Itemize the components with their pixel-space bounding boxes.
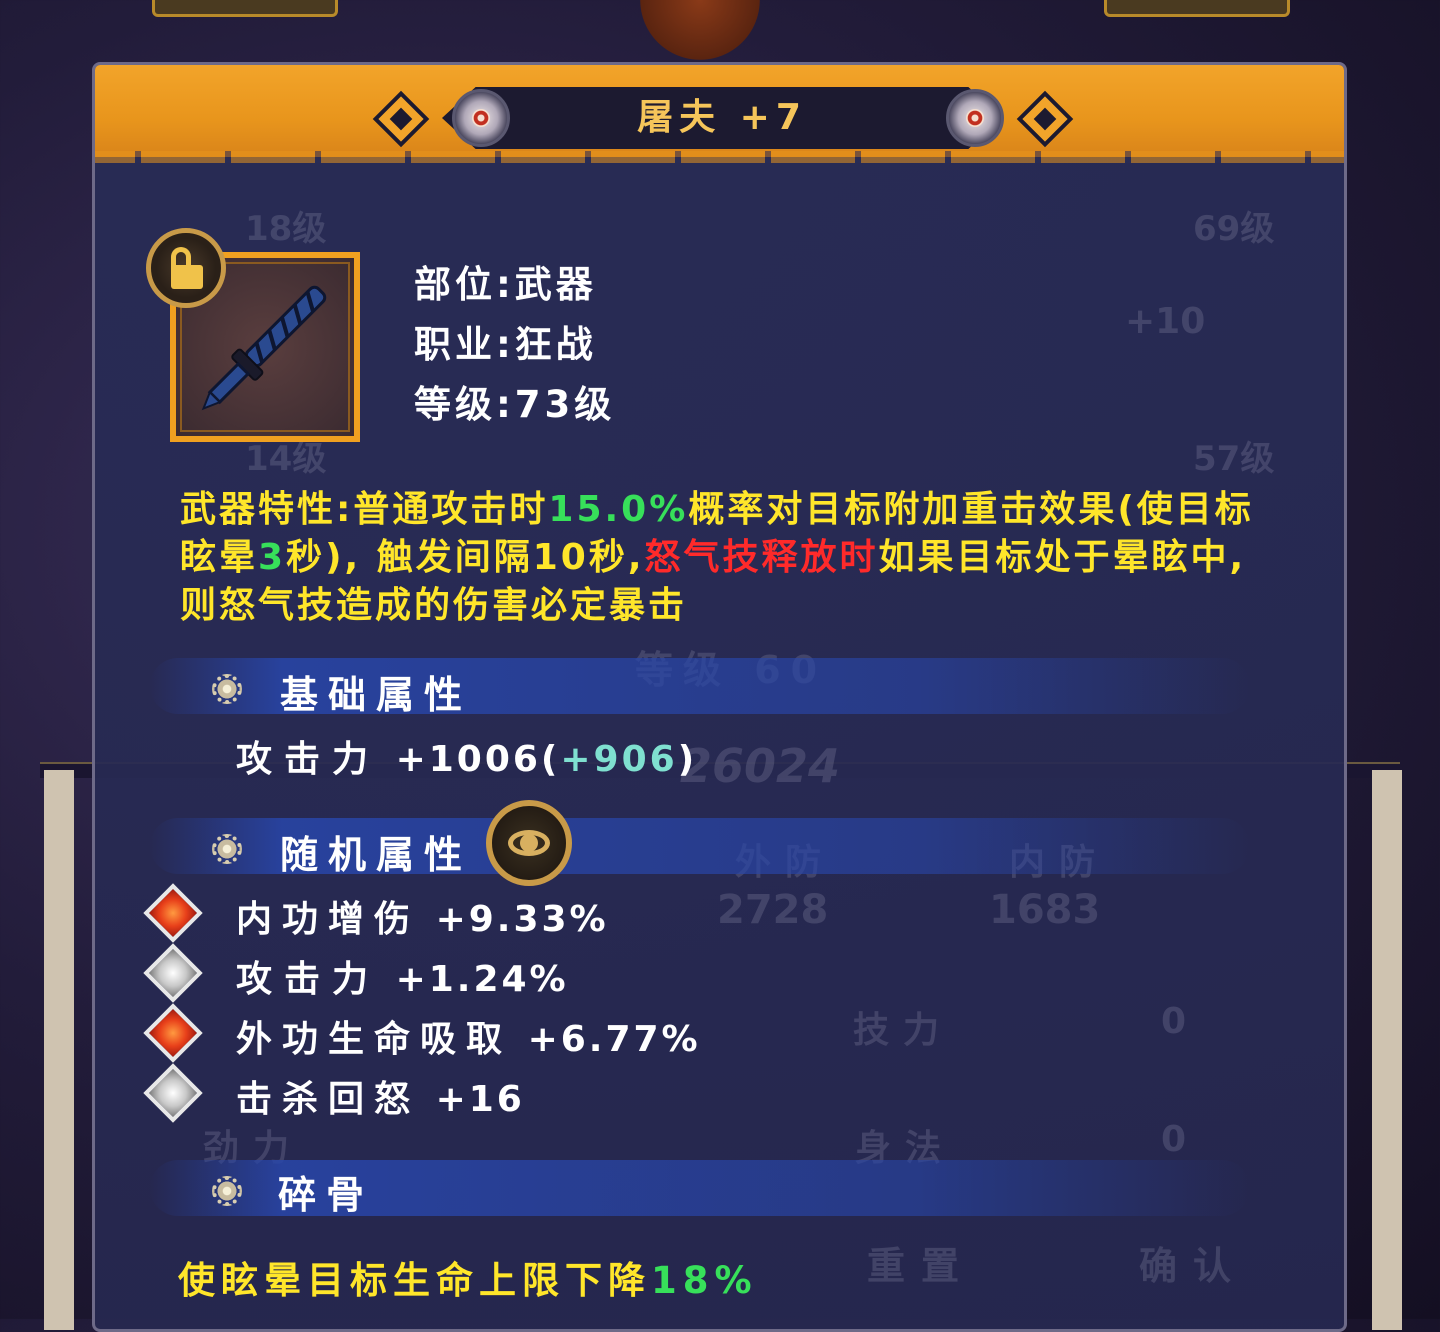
ghost-attr-1: 技力 <box>853 1010 954 1051</box>
random-attr-row: 击杀回怒 +16 <box>236 1070 525 1122</box>
gear-icon <box>212 834 242 864</box>
random-attr-value: +6.77% <box>527 1019 701 1060</box>
unlock-icon[interactable] <box>146 228 226 308</box>
eye-pupil <box>520 834 538 852</box>
random-attr-value: +16 <box>435 1079 525 1120</box>
ghost-level-3: 57级 <box>1193 439 1275 479</box>
base-attack-bonus-close: ) <box>677 739 698 780</box>
trait-part-1: 武器特性:普通攻击时 <box>180 489 549 530</box>
special-text: 使眩晕目标生命上限下降 <box>178 1259 651 1302</box>
random-attr-row: 内功增伤 +9.33% <box>236 890 609 942</box>
random-attributes-title: 随机属性 <box>280 833 473 877</box>
base-attributes-title: 基础属性 <box>280 673 473 717</box>
ghost-power: 26024 <box>680 739 841 793</box>
trait-part-5: 秒), 触发间隔10秒, <box>286 537 645 578</box>
gear-icon <box>212 1176 242 1206</box>
ghost-zero-2: 0 <box>1161 1119 1187 1160</box>
trait-stun-seconds: 3 <box>258 537 287 578</box>
base-attack-value: +1006 <box>395 739 541 780</box>
random-attr-row: 外功生命吸取 +6.77% <box>236 1010 701 1062</box>
random-attr-label: 攻击力 <box>236 959 381 1000</box>
item-title: 屠夫 +7 <box>637 97 807 138</box>
random-attr-label: 内功增伤 <box>236 899 421 940</box>
special-description: 使眩晕目标生命上限下降18% <box>178 1250 758 1304</box>
ghost-level-2: 69级 <box>1193 209 1275 249</box>
random-attr-value: +9.33% <box>435 899 609 940</box>
bg-character-hair <box>640 0 760 60</box>
bg-top-left-tab <box>152 0 338 17</box>
special-value: 18% <box>651 1259 758 1302</box>
random-attr-row: 攻击力 +1.24% <box>236 950 569 1002</box>
trait-rage-skill: 怒气技释放时 <box>644 537 879 578</box>
ghost-stat-value-2: 1683 <box>989 887 1101 933</box>
ghost-plus: +10 <box>1125 301 1206 342</box>
item-class: 职业:狂战 <box>414 323 597 366</box>
base-attack-bonus-open: ( <box>540 739 561 780</box>
ghost-button-confirm: 确认 <box>1139 1244 1248 1288</box>
item-level: 等级:73级 <box>414 383 616 426</box>
bg-pole-left <box>44 770 74 1330</box>
weapon-trait-text: 武器特性:普通攻击时15.0%概率对目标附加重击效果(使目标眩晕3秒), 触发间… <box>180 486 1260 630</box>
eye-icon[interactable] <box>486 800 572 886</box>
special-title: 碎骨 <box>278 1173 375 1217</box>
ghost-level-1: 18级 <box>245 209 327 249</box>
base-attack-label: 攻击力 <box>236 739 381 780</box>
item-slot: 部位:武器 <box>414 263 597 306</box>
random-attr-label: 外功生命吸取 <box>236 1019 513 1060</box>
base-attack-bonus: +906 <box>560 739 678 780</box>
bg-top-right-tab <box>1104 0 1290 17</box>
lock-body <box>171 265 203 289</box>
random-attr-value: +1.24% <box>395 959 569 1000</box>
base-attack-row: 攻击力 +1006(+906) <box>236 730 697 782</box>
ghost-stat-value-1: 2728 <box>717 887 829 933</box>
random-attr-label: 击杀回怒 <box>236 1079 421 1120</box>
bg-pole-right <box>1372 770 1402 1330</box>
ghost-zero-1: 0 <box>1161 1001 1187 1042</box>
ghost-button-reset: 重置 <box>867 1244 976 1288</box>
gear-icon <box>212 674 242 704</box>
trait-chance: 15.0% <box>548 489 689 530</box>
